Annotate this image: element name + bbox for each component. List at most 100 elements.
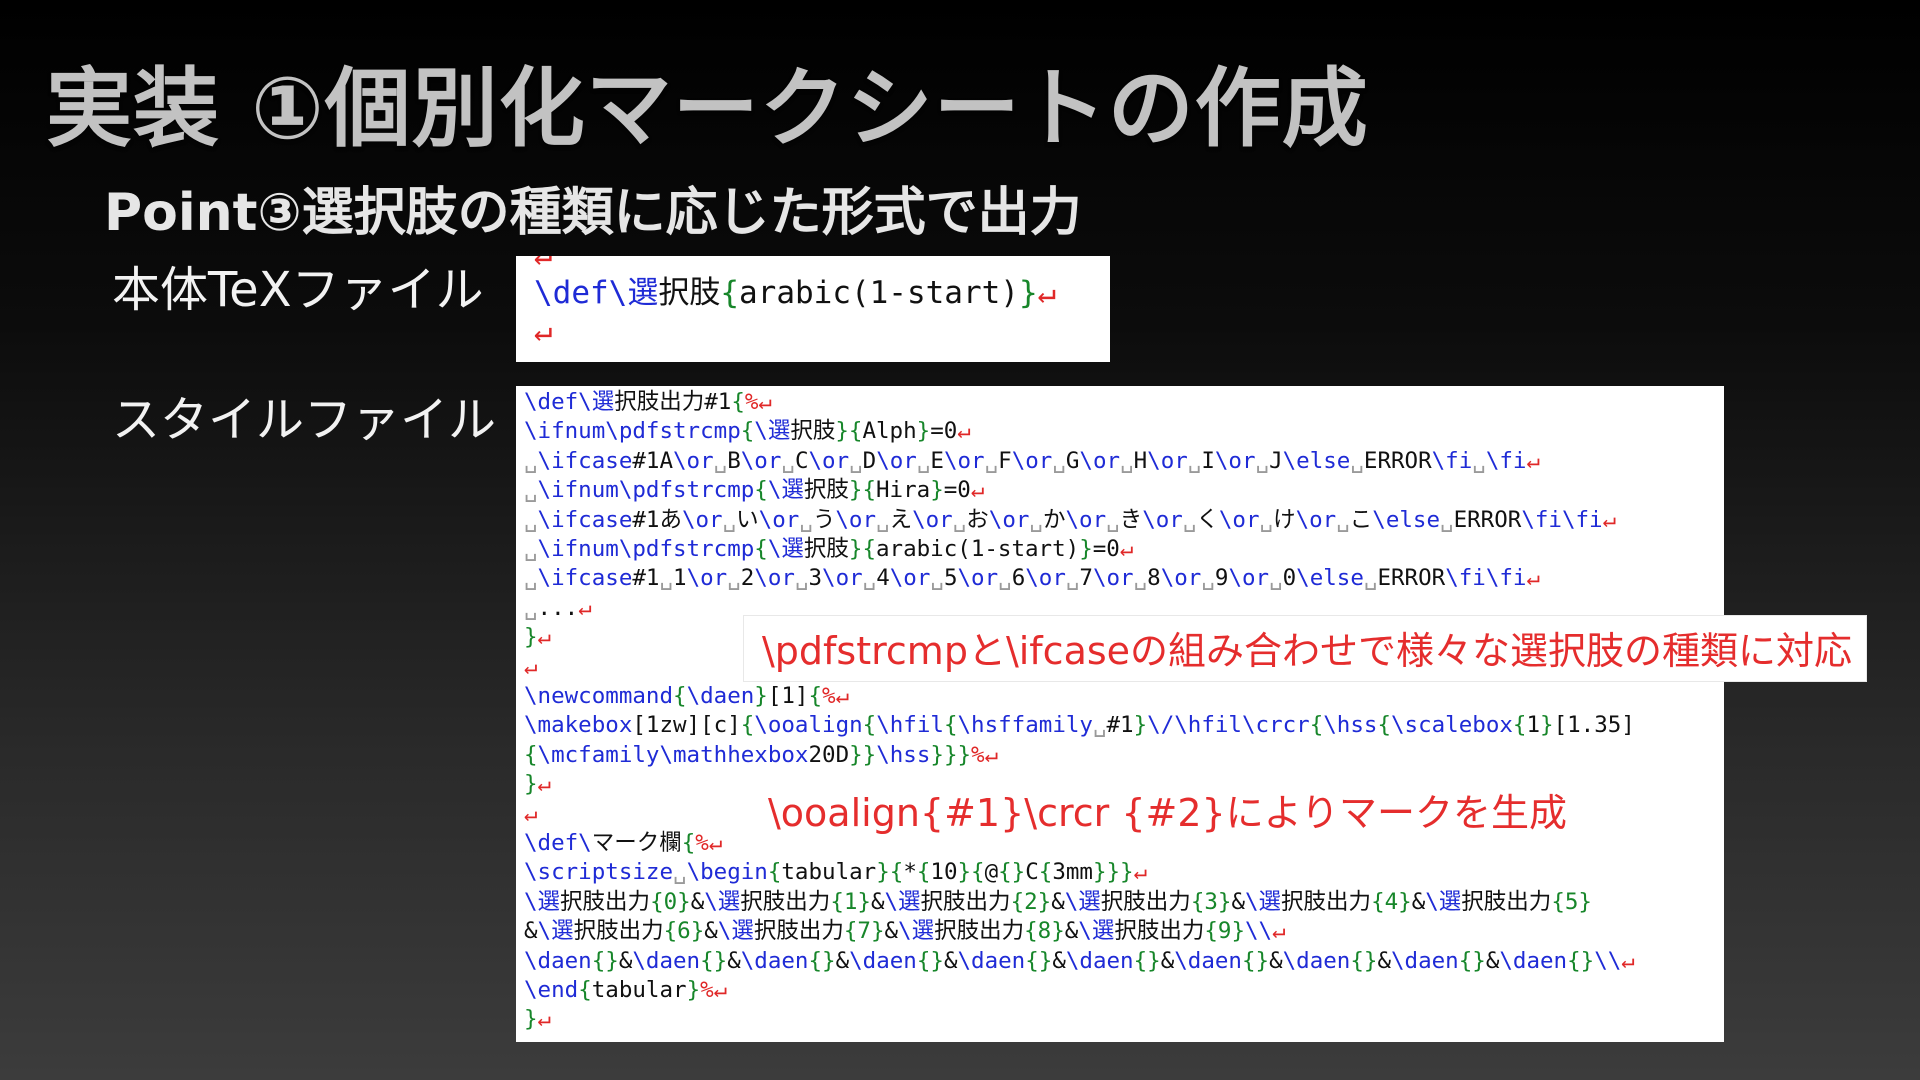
code-token: J: [1269, 447, 1283, 474]
code-token: \ifnum\pdfstrcmp: [524, 418, 741, 445]
code-token: ERROR: [1363, 447, 1432, 474]
code-token: {}: [1241, 947, 1270, 974]
code-line: \ifnum\pdfstrcmp{\選択肢}{Alph}=0↵: [524, 417, 971, 446]
code-token: ␣: [1472, 447, 1486, 474]
code-token: \mcfamily\mathhexbox: [537, 741, 809, 768]
code-token: ↵: [534, 256, 553, 273]
code-token: \def\選: [524, 389, 615, 415]
code-token: &: [835, 947, 850, 974]
code-token: }: [930, 477, 944, 504]
code-token: &: [704, 918, 718, 945]
code-token: ↵: [1526, 565, 1541, 592]
code-token: \or: [681, 506, 723, 533]
code-token: \daen: [1174, 947, 1242, 974]
code-token: {}: [808, 947, 836, 974]
code-line: \選択肢出力{0}&\選択肢出力{1}&\選択肢出力{2}&\選択肢出力{3}&…: [524, 888, 1592, 917]
code-line: \daen{}&\daen{}&\daen{}&\daen{}&\daen{}&…: [524, 947, 1635, 976]
code-token: \\: [1245, 918, 1273, 945]
code-token: }{: [848, 477, 876, 504]
code-token: \else: [1282, 447, 1351, 474]
code-line: ␣\ifcase#1␣1\or␣2\or␣3\or␣4\or␣5\or␣6\or…: [524, 564, 1540, 593]
code-token: \or: [988, 506, 1030, 533]
code-token: {: [740, 418, 755, 445]
code-token: ↵: [1621, 947, 1635, 974]
code-token: {8}: [1024, 918, 1065, 945]
code-token: ↵: [970, 477, 985, 504]
code-token: \or: [822, 565, 863, 592]
code-token: \daen: [632, 947, 701, 974]
code-token: \daen: [524, 947, 592, 974]
code-token: {1}: [830, 888, 871, 915]
code-token: &: [943, 947, 958, 974]
code-token: \ifnum\pdfstrcmp: [537, 477, 755, 504]
code-token: &: [1160, 947, 1175, 974]
code-token: {}: [1458, 947, 1486, 974]
code-token: ↵: [537, 771, 552, 798]
code-token: &: [1064, 918, 1079, 945]
code-token: ␣: [1363, 565, 1378, 592]
code-token: 択肢出力: [1100, 888, 1191, 915]
code-token: *: [903, 859, 917, 886]
code-token: \fi: [1485, 447, 1527, 474]
code-token: \daen: [740, 947, 809, 974]
code-token: \fi\fi: [1521, 506, 1603, 533]
code-token: }{: [957, 859, 985, 886]
code-token: ↵: [708, 830, 723, 856]
code-token: \or: [876, 447, 917, 474]
code-token: %: [695, 830, 709, 856]
code-token: \ifcase: [537, 447, 633, 474]
code-token: H: [1133, 447, 1148, 474]
code-token: &: [1411, 888, 1426, 915]
code-token: ␣: [1201, 565, 1215, 592]
code-token: \or: [957, 565, 999, 592]
code-token: 1: [673, 565, 687, 592]
code-token: @: [984, 859, 999, 886]
code-token: #1A: [632, 447, 674, 474]
code-token: }}}: [930, 741, 972, 768]
code-line: \newcommand{\daen}[1]{%↵: [524, 682, 849, 711]
code-token: ␣: [781, 447, 795, 474]
code-token: え: [889, 506, 913, 533]
code-token: }: [1540, 712, 1554, 739]
code-token: %: [700, 977, 714, 1003]
code-token: }: [1079, 536, 1093, 562]
code-token: ␣: [1182, 506, 1197, 533]
code-token: 択肢: [803, 536, 849, 562]
code-token: \or: [1025, 565, 1066, 592]
code-token: \daen: [1282, 947, 1351, 974]
code-token: \\: [1594, 947, 1622, 974]
code-token: {2}: [1010, 888, 1052, 915]
code-token: 10: [930, 859, 958, 886]
code-token: {: [524, 741, 538, 768]
code-token: {: [943, 712, 958, 739]
code-token: ↵: [1526, 447, 1541, 474]
code-token: ␣: [862, 565, 877, 592]
code-token: \選: [717, 918, 754, 945]
code-token: き: [1119, 506, 1143, 533]
slide-subtitle: Point③選択肢の種類に応じた形式で出力: [104, 183, 1082, 243]
code-token: }}}: [1092, 859, 1134, 886]
code-token: {}: [700, 947, 728, 974]
code-token: ↵: [1119, 536, 1134, 562]
code-token: \daen: [686, 683, 755, 709]
code-token: #1: [1106, 712, 1134, 739]
code-token: 0: [1282, 565, 1297, 592]
code-token: {4}: [1371, 888, 1412, 915]
code-token: ␣: [727, 565, 741, 592]
code-token: ↵: [534, 313, 553, 349]
code-token: }: [524, 624, 538, 651]
code-token: {: [862, 712, 877, 739]
code-token: ␣: [524, 536, 538, 562]
code-token: }{: [848, 536, 876, 562]
code-token: D: [862, 447, 877, 474]
code-token: \or: [740, 447, 782, 474]
code-token: {: [1309, 712, 1324, 739]
code-token: ␣: [1120, 447, 1134, 474]
code-token: {6}: [663, 918, 705, 945]
code-token: \or: [1214, 447, 1256, 474]
code-token: &: [1377, 947, 1391, 974]
code-line: \def\マーク欄{%↵: [524, 829, 722, 858]
code-token: 択肢: [790, 418, 836, 445]
code-token: {}: [1025, 947, 1053, 974]
code-token: ␣: [1029, 506, 1043, 533]
